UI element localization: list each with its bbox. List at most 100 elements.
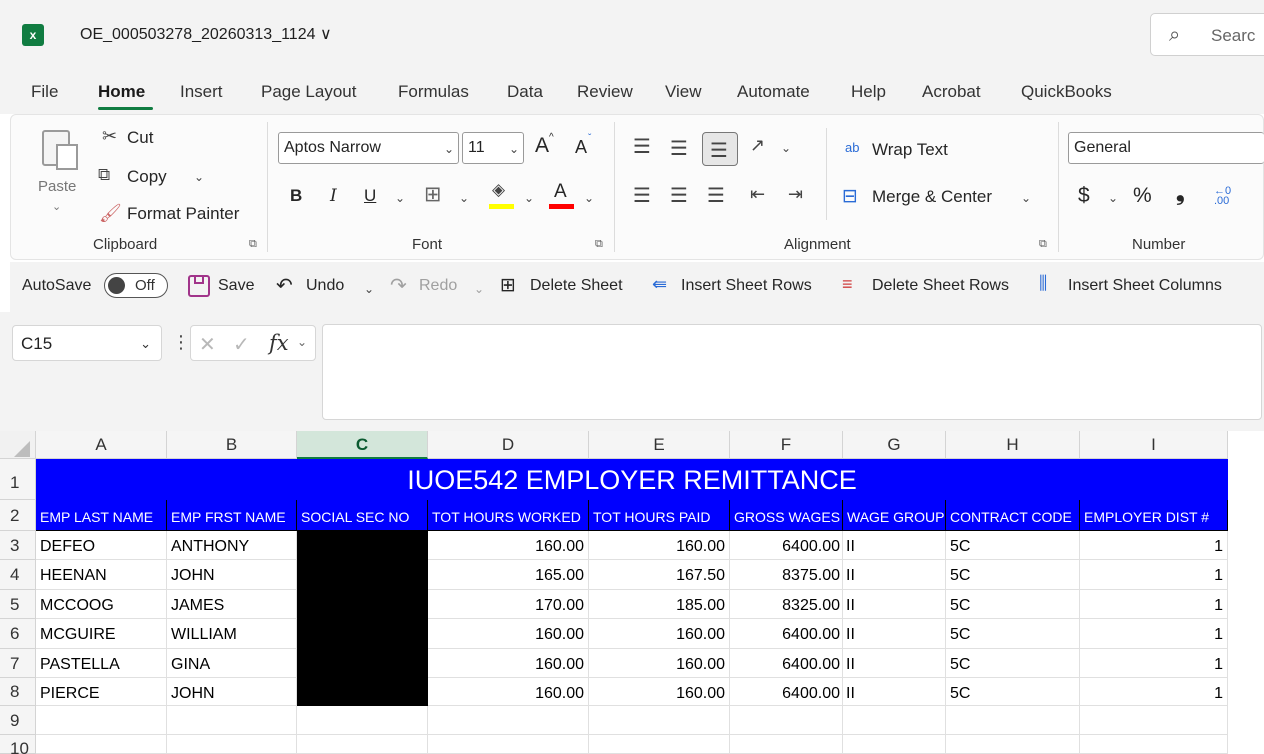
table-cell[interactable]: WILLIAM bbox=[167, 619, 297, 649]
redo-dropdown-icon[interactable]: ⌄ bbox=[474, 282, 484, 296]
wrap-text-button[interactable]: Wrap Text bbox=[872, 140, 948, 160]
table-cell[interactable]: 160.00 bbox=[589, 531, 730, 560]
column-header-i[interactable]: I bbox=[1080, 431, 1228, 459]
table-cell[interactable]: 167.50 bbox=[589, 560, 730, 590]
empty-cell[interactable] bbox=[1080, 706, 1228, 735]
tab-review[interactable]: Review bbox=[577, 82, 633, 102]
decrease-indent-icon[interactable]: ⇤ bbox=[750, 184, 765, 205]
formula-input[interactable] bbox=[322, 324, 1262, 420]
tab-view[interactable]: View bbox=[665, 82, 702, 102]
header-cell-g2[interactable]: WAGE GROUP bbox=[843, 500, 946, 531]
alignment-launcher-icon[interactable]: ⧉ bbox=[1039, 238, 1047, 251]
header-cell-f2[interactable]: GROSS WAGES bbox=[730, 500, 843, 531]
table-cell[interactable]: 1 bbox=[1080, 678, 1228, 706]
table-cell[interactable]: 5C bbox=[946, 649, 1080, 678]
merge-center-button[interactable]: Merge & Center bbox=[872, 187, 992, 207]
undo-button[interactable]: Undo bbox=[306, 277, 344, 295]
row-header-3[interactable]: 3 bbox=[0, 531, 36, 560]
row-header-7[interactable]: 7 bbox=[0, 649, 36, 678]
table-cell[interactable]: DEFEO bbox=[36, 531, 167, 560]
shrink-font-button[interactable]: A bbox=[575, 137, 587, 158]
row-header-8[interactable]: 8 bbox=[0, 678, 36, 706]
more-options-icon[interactable]: ⋮ bbox=[172, 332, 190, 353]
empty-cell[interactable] bbox=[36, 706, 167, 735]
table-cell[interactable]: 1 bbox=[1080, 619, 1228, 649]
empty-cell[interactable] bbox=[36, 735, 167, 754]
font-name-select[interactable]: Aptos Narrow ⌄ bbox=[278, 132, 459, 164]
align-center-icon[interactable]: ☰ bbox=[670, 183, 688, 208]
empty-cell[interactable] bbox=[167, 706, 297, 735]
empty-cell[interactable] bbox=[589, 706, 730, 735]
row-header-4[interactable]: 4 bbox=[0, 560, 36, 590]
table-cell[interactable]: MCCOOG bbox=[36, 590, 167, 619]
tab-automate[interactable]: Automate bbox=[737, 82, 810, 102]
undo-icon[interactable]: ↶ bbox=[276, 273, 293, 298]
currency-dropdown-icon[interactable]: ⌄ bbox=[1108, 191, 1118, 205]
sheet-title-cell[interactable]: IUOE542 EMPLOYER REMITTANCE bbox=[36, 459, 1228, 500]
grow-font-button[interactable]: A bbox=[535, 134, 549, 158]
orientation-dropdown-icon[interactable]: ⌄ bbox=[781, 141, 791, 155]
save-icon[interactable] bbox=[188, 275, 210, 297]
orientation-icon[interactable]: ↗ bbox=[750, 135, 765, 156]
table-cell[interactable]: 1 bbox=[1080, 531, 1228, 560]
table-cell[interactable]: II bbox=[843, 560, 946, 590]
percent-button[interactable]: % bbox=[1133, 184, 1152, 208]
insert-columns-icon[interactable]: ⫼ bbox=[1039, 273, 1047, 294]
number-format-select[interactable]: General bbox=[1068, 132, 1264, 164]
empty-cell[interactable] bbox=[843, 706, 946, 735]
table-cell[interactable]: 160.00 bbox=[428, 619, 589, 649]
clipboard-launcher-icon[interactable]: ⧉ bbox=[249, 238, 257, 251]
column-header-h[interactable]: H bbox=[946, 431, 1080, 459]
table-cell[interactable]: 165.00 bbox=[428, 560, 589, 590]
column-header-f[interactable]: F bbox=[730, 431, 843, 459]
column-header-b[interactable]: B bbox=[167, 431, 297, 459]
row-header-10[interactable]: 10 bbox=[0, 735, 36, 754]
empty-cell[interactable] bbox=[428, 706, 589, 735]
format-painter-icon[interactable]: 🖌 bbox=[99, 203, 122, 224]
row-header-9[interactable]: 9 bbox=[0, 706, 36, 735]
table-cell[interactable]: JOHN bbox=[167, 678, 297, 706]
table-cell[interactable]: 160.00 bbox=[589, 678, 730, 706]
empty-cell[interactable] bbox=[589, 735, 730, 754]
table-cell[interactable]: 6400.00 bbox=[730, 678, 843, 706]
table-cell[interactable]: 1 bbox=[1080, 560, 1228, 590]
tab-page-layout[interactable]: Page Layout bbox=[261, 82, 356, 102]
table-cell[interactable]: 5C bbox=[946, 590, 1080, 619]
header-cell-c2[interactable]: SOCIAL SEC NO bbox=[297, 500, 428, 531]
table-cell[interactable]: 6400.00 bbox=[730, 531, 843, 560]
tab-acrobat[interactable]: Acrobat bbox=[922, 82, 981, 102]
header-cell-b2[interactable]: EMP FRST NAME bbox=[167, 500, 297, 531]
insert-rows-icon[interactable]: ⇚ bbox=[652, 274, 667, 295]
font-color-button[interactable]: A bbox=[554, 181, 567, 203]
table-cell[interactable]: MCGUIRE bbox=[36, 619, 167, 649]
underline-button[interactable]: U bbox=[364, 186, 376, 206]
italic-button[interactable]: I bbox=[330, 186, 337, 206]
column-header-d[interactable]: D bbox=[428, 431, 589, 459]
save-button[interactable]: Save bbox=[218, 277, 254, 295]
tab-quickbooks[interactable]: QuickBooks bbox=[1021, 82, 1112, 102]
row-header-1[interactable]: 1 bbox=[0, 459, 36, 500]
undo-dropdown-icon[interactable]: ⌄ bbox=[364, 282, 374, 296]
empty-cell[interactable] bbox=[843, 735, 946, 754]
empty-cell[interactable] bbox=[167, 735, 297, 754]
delete-sheet-icon[interactable]: ⊞ bbox=[500, 274, 516, 297]
font-color-dropdown-icon[interactable]: ⌄ bbox=[584, 191, 594, 205]
row-header-5[interactable]: 5 bbox=[0, 590, 36, 619]
table-cell[interactable]: II bbox=[843, 531, 946, 560]
bold-button[interactable]: B bbox=[290, 186, 302, 206]
table-cell[interactable]: 1 bbox=[1080, 590, 1228, 619]
empty-cell[interactable] bbox=[946, 735, 1080, 754]
empty-cell[interactable] bbox=[730, 706, 843, 735]
tab-home[interactable]: Home bbox=[98, 82, 145, 102]
merge-center-icon[interactable]: ⊟ bbox=[842, 185, 858, 208]
row-header-2[interactable]: 2 bbox=[0, 500, 36, 531]
increase-decimal-button[interactable]: ←0 .00 bbox=[1214, 186, 1246, 207]
font-size-select[interactable]: 11 ⌄ bbox=[462, 132, 524, 164]
font-launcher-icon[interactable]: ⧉ bbox=[595, 238, 603, 251]
insert-rows-button[interactable]: Insert Sheet Rows bbox=[681, 277, 812, 295]
borders-dropdown-icon[interactable]: ⌄ bbox=[459, 191, 469, 205]
table-cell[interactable]: JOHN bbox=[167, 560, 297, 590]
delete-rows-icon[interactable]: ≡ bbox=[842, 274, 853, 295]
table-cell[interactable]: 1 bbox=[1080, 649, 1228, 678]
table-cell[interactable]: 5C bbox=[946, 678, 1080, 706]
